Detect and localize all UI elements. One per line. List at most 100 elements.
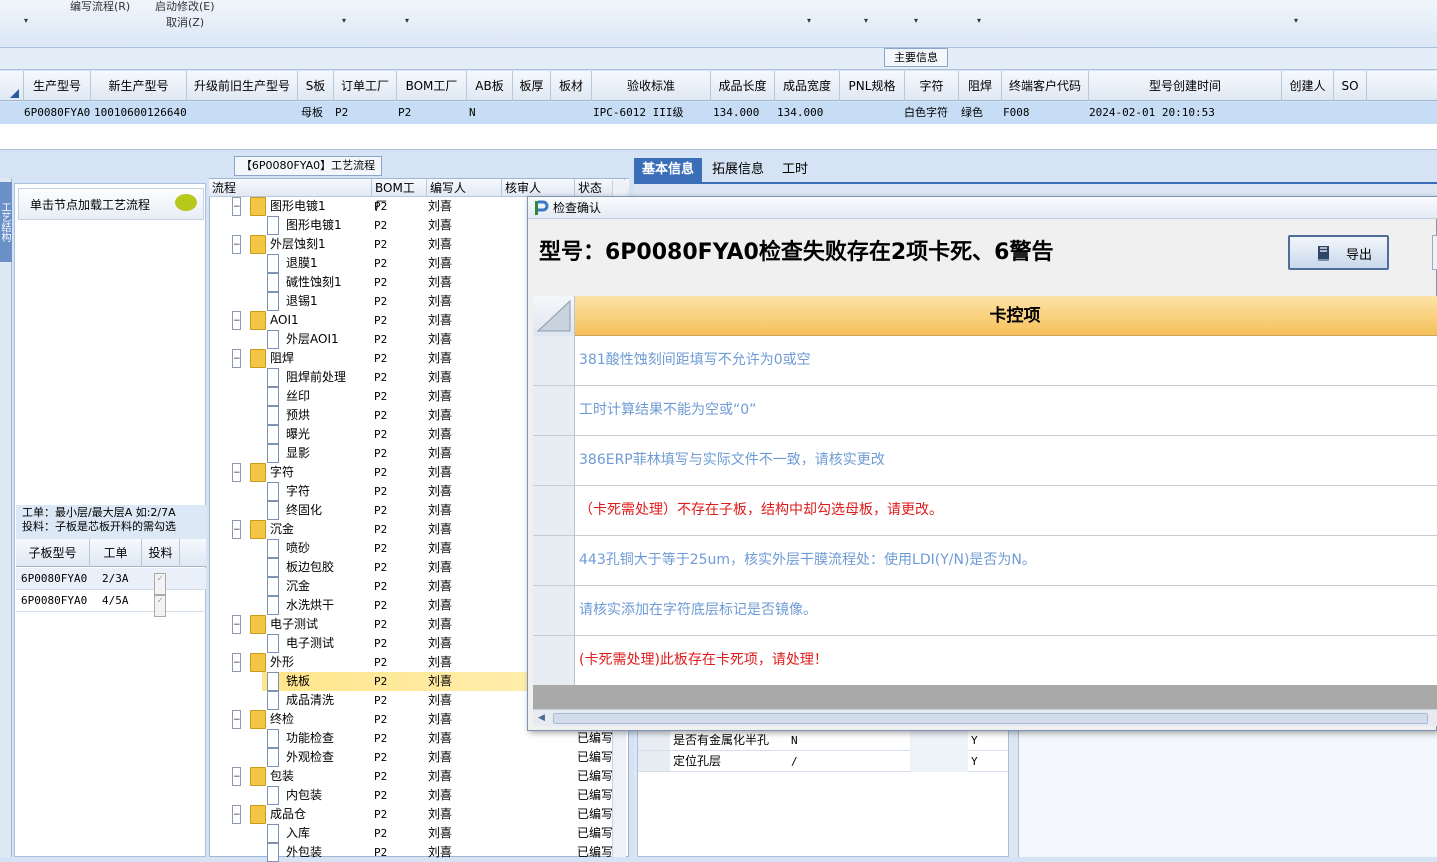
col-order-factory[interactable]: 订单工厂 xyxy=(334,71,397,101)
scroll-left-arrow-icon[interactable]: ◀ xyxy=(538,713,545,723)
tree-row[interactable]: 功能检查 P2 刘喜 已编写 xyxy=(210,729,620,748)
dialog-hscrollbar[interactable]: ◀ xyxy=(533,709,1437,726)
col-char[interactable]: 字符 xyxy=(905,71,959,101)
col-material[interactable]: 板材 xyxy=(551,71,592,101)
collapse-toggle-icon[interactable]: − xyxy=(232,197,241,216)
param-flag: Y xyxy=(971,755,978,768)
row-header[interactable] xyxy=(533,586,575,635)
dropdown-arrow-icon[interactable]: ▾ xyxy=(1292,16,1300,26)
tree-row[interactable]: 入库 P2 刘喜 已编写 xyxy=(210,824,620,843)
col-sub-feed[interactable]: 投料 xyxy=(142,539,180,567)
table-row[interactable]: 6P0080FYA0 4/5A ✓ xyxy=(16,590,206,617)
dropdown-arrow-icon[interactable]: ▾ xyxy=(22,16,30,26)
flow-name: 内包装 xyxy=(286,788,323,802)
check-item-row[interactable]: 请核实添加在字符底层标记是否镜像。 xyxy=(533,586,1437,636)
col-ab-board[interactable]: AB板 xyxy=(467,71,513,101)
row-header[interactable] xyxy=(533,636,575,685)
cancel-button[interactable]: 取消(Z) xyxy=(166,14,204,30)
collapse-toggle-icon[interactable]: − xyxy=(232,710,241,729)
collapse-toggle-icon[interactable]: − xyxy=(232,463,241,482)
tree-row[interactable]: − 成品仓 P2 刘喜 已编写 xyxy=(210,805,620,824)
check-item-row[interactable]: 443孔铜大于等于25um，核实外层干膜流程处：使用LDI(Y/N)是否为N。 xyxy=(533,536,1437,586)
check-item-row[interactable]: (卡死需处理)此板存在卡死项，请处理！ xyxy=(533,636,1437,686)
dialog-titlebar[interactable] xyxy=(528,197,1437,219)
check-item-row[interactable]: （卡死需处理）不存在子板，结构中却勾选母板，请更改。 xyxy=(533,486,1437,536)
flow-writer: 刘喜 xyxy=(428,446,453,460)
col-solder[interactable]: 阻焊 xyxy=(959,71,1002,101)
process-title-tab[interactable]: 【6P0080FYA0】工艺流程 xyxy=(234,156,382,176)
tree-row[interactable]: − 包装 P2 刘喜 已编写 xyxy=(210,767,620,786)
dropdown-arrow-icon[interactable]: ▾ xyxy=(340,16,348,26)
row-header[interactable] xyxy=(533,436,575,485)
col-bom-factory[interactable]: BOM工厂 xyxy=(397,71,467,101)
tab-extend-info[interactable]: 拓展信息 xyxy=(704,158,772,182)
tree-row[interactable]: 内包装 P2 刘喜 已编写 xyxy=(210,786,620,805)
table-row[interactable]: 6P0080FYA0 2/3A ✓ xyxy=(16,568,206,595)
col-sub-order[interactable]: 工单 xyxy=(90,539,142,567)
flow-status: 已编写 xyxy=(577,807,614,821)
collapse-toggle-icon[interactable]: − xyxy=(232,615,241,634)
collapse-toggle-icon[interactable]: − xyxy=(232,235,241,254)
flow-name: 碱性蚀刻1 xyxy=(286,275,342,289)
document-icon xyxy=(267,254,279,273)
flow-factory: P2 xyxy=(374,504,388,517)
col-s-board[interactable]: S板 xyxy=(298,71,334,101)
check-item-row[interactable]: 381酸性蚀刻间距填写不允许为0或空 xyxy=(533,336,1437,386)
col-writer[interactable]: 编写人 xyxy=(427,179,502,197)
tree-row[interactable]: 外包装 P2 刘喜 已编写 xyxy=(210,843,620,862)
load-flow-bar[interactable]: 单击节点加载工艺流程 xyxy=(18,188,204,220)
col-bom-factory[interactable]: BOM工厂 xyxy=(372,179,427,213)
col-length[interactable]: 成品长度 xyxy=(711,71,775,101)
row-header[interactable] xyxy=(533,386,575,435)
dropdown-arrow-icon[interactable]: ▾ xyxy=(862,16,870,26)
check-item-row[interactable]: 386ERP菲林填写与实际文件不一致，请核实更改 xyxy=(533,436,1437,486)
col-customer[interactable]: 终端客户代码 xyxy=(1002,71,1089,101)
col-new-prod-no[interactable]: 新生产型号 xyxy=(91,71,187,101)
table-row[interactable]: 定位孔层 / Y xyxy=(638,751,1008,772)
main-info-tab[interactable]: 主要信息 xyxy=(884,48,948,67)
collapse-toggle-icon[interactable]: − xyxy=(232,767,241,786)
dialog-button-partial[interactable] xyxy=(1432,235,1437,270)
collapse-toggle-icon[interactable]: − xyxy=(232,349,241,368)
dropdown-arrow-icon[interactable]: ▾ xyxy=(975,16,983,26)
col-created-time[interactable]: 型号创建时间 xyxy=(1089,71,1282,101)
flow-edit-button[interactable]: 编写流程(R) xyxy=(70,0,130,14)
col-sub-model[interactable]: 子板型号 xyxy=(16,539,90,567)
collapse-toggle-icon[interactable]: − xyxy=(232,653,241,672)
collapse-toggle-icon[interactable]: − xyxy=(232,805,241,824)
check-item-row[interactable]: 工时计算结果不能为空或“0” xyxy=(533,386,1437,436)
flow-writer: 刘喜 xyxy=(428,731,453,745)
col-pnl[interactable]: PNL规格 xyxy=(840,71,905,101)
collapse-toggle-icon[interactable]: − xyxy=(232,520,241,539)
col-reviewer[interactable]: 核审人 xyxy=(502,179,575,197)
table-row[interactable]: 6P0080FYA0 10010600126640 母板 P2 P2 N IPC… xyxy=(0,102,1437,124)
dropdown-arrow-icon[interactable]: ▾ xyxy=(403,16,411,26)
col-accept-std[interactable]: 验收标准 xyxy=(592,71,711,101)
start-modify-button[interactable]: 启动修改(E) xyxy=(155,0,215,14)
col-flow[interactable]: 流程 xyxy=(209,179,372,197)
col-width[interactable]: 成品宽度 xyxy=(775,71,840,101)
tree-row[interactable]: 外观检查 P2 刘喜 已编写 xyxy=(210,748,620,767)
row-header[interactable] xyxy=(533,536,575,585)
feed-checkbox[interactable]: ✓ xyxy=(154,595,166,617)
col-thickness[interactable]: 板厚 xyxy=(513,71,551,101)
left-side-tab[interactable]: 工艺结构 xyxy=(0,182,12,262)
dropdown-arrow-icon[interactable]: ▾ xyxy=(912,16,920,26)
document-icon xyxy=(267,273,279,292)
row-header[interactable] xyxy=(533,336,575,385)
collapse-toggle-icon[interactable]: − xyxy=(232,311,241,330)
col-creator[interactable]: 创建人 xyxy=(1282,71,1334,101)
flow-writer: 刘喜 xyxy=(428,560,453,574)
export-button[interactable]: 导出 xyxy=(1288,235,1389,270)
grid-corner[interactable] xyxy=(0,71,24,101)
tab-basic-info[interactable]: 基本信息 xyxy=(634,158,703,182)
col-prod-no[interactable]: 生产型号 xyxy=(24,71,91,101)
table-row[interactable]: 是否有金属化半孔 N Y xyxy=(638,730,1008,751)
row-header[interactable] xyxy=(533,486,575,535)
flow-writer: 刘喜 xyxy=(428,199,453,213)
scroll-thumb[interactable] xyxy=(553,713,1428,724)
dropdown-arrow-icon[interactable]: ▾ xyxy=(805,16,813,26)
col-so[interactable]: SO xyxy=(1334,71,1367,101)
col-old-prod-no[interactable]: 升级前旧生产型号 xyxy=(187,71,298,101)
tab-work-hours[interactable]: 工时 xyxy=(774,158,816,182)
